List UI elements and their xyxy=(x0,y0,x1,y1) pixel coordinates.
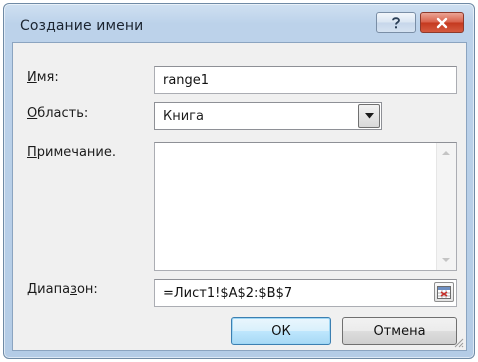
comment-label-rest: римечание. xyxy=(36,145,117,160)
range-picker-button[interactable] xyxy=(434,282,454,302)
scroll-down-arrow-icon[interactable] xyxy=(442,258,450,262)
comment-textarea[interactable] xyxy=(154,142,457,271)
ok-button-label: ОК xyxy=(271,323,291,339)
dropdown-button[interactable] xyxy=(358,104,380,128)
scope-dropdown[interactable]: Книга xyxy=(154,102,382,130)
resize-grip-icon[interactable] xyxy=(452,336,464,348)
range-label-rest: он: xyxy=(76,282,98,297)
scope-label-accesskey: О xyxy=(27,106,38,121)
name-label-accesskey: И xyxy=(27,70,37,85)
comment-scrollbar[interactable] xyxy=(436,143,456,270)
ok-button[interactable]: ОК xyxy=(231,317,331,345)
comment-label: Примечание. xyxy=(27,145,116,160)
close-button[interactable] xyxy=(420,12,464,33)
range-label-prefix: Диапа xyxy=(27,282,71,297)
triangle-down-icon xyxy=(364,113,374,119)
range-selector-icon xyxy=(437,285,451,299)
scope-label-rest: бласть: xyxy=(37,106,89,121)
name-label-rest: мя: xyxy=(36,70,59,85)
comment-label-accesskey: П xyxy=(27,145,37,160)
dialog-body: Имя: Область: Книга Примечание. Диапазон… xyxy=(12,42,467,351)
range-field xyxy=(154,279,457,307)
cancel-button[interactable]: Отмена xyxy=(342,317,457,345)
range-label-accesskey: з xyxy=(70,282,77,297)
question-mark-icon xyxy=(392,16,400,28)
help-button[interactable] xyxy=(376,12,416,33)
dialog-title: Создание имени xyxy=(20,18,144,34)
scope-label: Область: xyxy=(27,106,88,121)
range-input[interactable] xyxy=(154,279,457,307)
dialog-window: Создание имени Имя: Область: Книга При xyxy=(3,3,475,359)
name-input[interactable] xyxy=(154,66,457,94)
title-bar[interactable]: Создание имени xyxy=(4,4,474,46)
name-label: Имя: xyxy=(27,70,59,85)
scroll-up-arrow-icon[interactable] xyxy=(442,151,450,155)
close-icon xyxy=(436,17,448,28)
cancel-button-label: Отмена xyxy=(373,323,426,339)
scope-selected-value: Книга xyxy=(163,109,204,124)
range-label: Диапазон: xyxy=(27,282,98,297)
